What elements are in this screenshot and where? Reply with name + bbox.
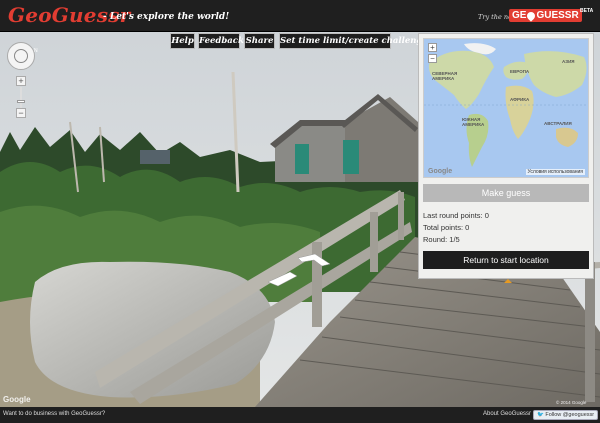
tagline: - Let's explore the world! xyxy=(103,12,230,22)
round-counter: Round: 1/5 xyxy=(423,235,460,244)
compass-north-label: N xyxy=(34,48,38,54)
brand-left-text: GE xyxy=(512,10,527,21)
help-button[interactable]: Help xyxy=(170,33,195,49)
street-view-copyright: © 2014 Google xyxy=(556,400,587,405)
map-label-africa: АФРИКА xyxy=(510,97,530,102)
zoom-slider-thumb[interactable] xyxy=(17,100,25,103)
compass-control[interactable] xyxy=(7,42,35,70)
feedback-button[interactable]: Feedback xyxy=(198,33,244,49)
zoom-out-button[interactable]: − xyxy=(16,108,26,118)
share-button[interactable]: Share xyxy=(244,33,275,49)
map-label-south-america: ЮЖНАЯ АМЕРИКА xyxy=(462,117,485,127)
location-pin-icon xyxy=(525,9,538,22)
twitter-bird-icon: 🐦 xyxy=(537,412,544,418)
new-geoguessr-link[interactable]: GE GUESSR xyxy=(509,9,582,22)
panel-toggle-arrow-icon[interactable] xyxy=(504,279,512,283)
compass-ring-icon xyxy=(14,49,28,63)
header-bar: GeoGuessr - Let's explore the world! Try… xyxy=(0,0,600,32)
zoom-slider-track[interactable] xyxy=(20,87,22,109)
map-terms-link[interactable]: Условия использования xyxy=(525,169,585,175)
business-link[interactable]: Want to do business with GeoGuessr? xyxy=(3,411,105,417)
map-google-logo: Google xyxy=(428,168,453,175)
map-label-north-america: СЕВЕРНАЯ АМЕРИКА xyxy=(432,71,458,81)
time-limit-button[interactable]: Set time limit/create challenge xyxy=(279,33,428,49)
total-points: Total points: 0 xyxy=(423,223,470,232)
twitter-follow-button[interactable]: 🐦 Follow @geoguessr xyxy=(533,410,599,420)
zoom-in-button[interactable]: + xyxy=(16,76,26,86)
beta-label: BETA xyxy=(580,8,594,14)
footer-bar: Want to do business with GeoGuessr? Abou… xyxy=(0,407,600,423)
about-link[interactable]: About GeoGuessr xyxy=(483,411,531,417)
map-label-asia: АЗИЯ xyxy=(562,59,575,64)
guess-panel: + − СЕВЕРНАЯ АМЕРИКА ЕВРОПА АЗИЯ АФРИКА … xyxy=(418,33,594,279)
geoguessr-app: GeoGuessr - Let's explore the world! Try… xyxy=(0,0,600,423)
world-map[interactable]: + − СЕВЕРНАЯ АМЕРИКА ЕВРОПА АЗИЯ АФРИКА … xyxy=(423,38,589,178)
return-to-start-button[interactable]: Return to start location xyxy=(423,251,589,269)
last-round-points: Last round points: 0 xyxy=(423,211,489,220)
map-label-australia: АВСТРАЛИЯ xyxy=(544,121,572,126)
twitter-follow-label: Follow @geoguessr xyxy=(545,412,595,418)
map-zoom-in-button[interactable]: + xyxy=(428,43,437,52)
brand-right-text: GUESSR xyxy=(536,10,579,21)
make-guess-button[interactable]: Make guess xyxy=(423,184,589,202)
map-label-europe: ЕВРОПА xyxy=(510,69,530,74)
google-watermark: Google xyxy=(3,395,31,404)
map-zoom-out-button[interactable]: − xyxy=(428,54,437,63)
